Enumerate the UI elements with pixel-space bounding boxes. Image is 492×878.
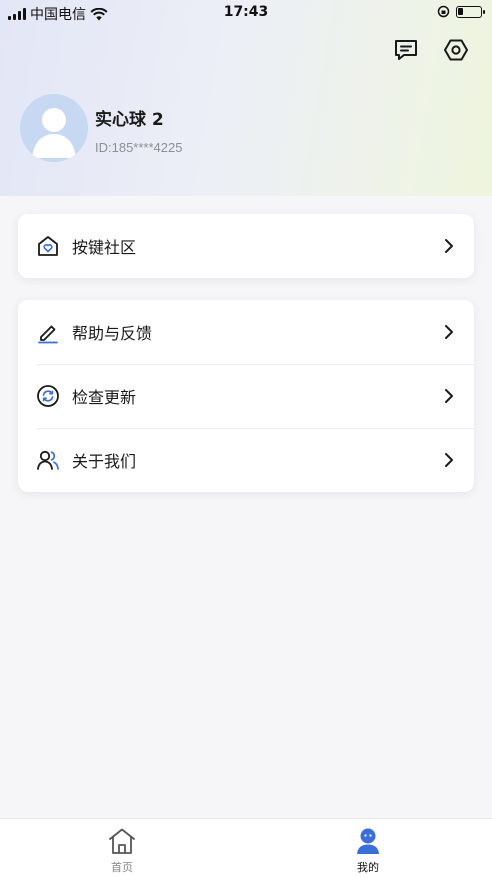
bottom-tab-bar: 首页 我的	[0, 818, 492, 878]
message-icon[interactable]	[392, 36, 420, 64]
status-bar: 中国电信 17:43	[0, 0, 492, 26]
avatar[interactable]	[20, 94, 88, 162]
menu-item-label: 检查更新	[72, 388, 137, 407]
tab-mine[interactable]: 我的	[328, 827, 408, 875]
tab-label: 我的	[357, 861, 379, 874]
profile-header-background	[0, 0, 492, 196]
menu-item-label: 关于我们	[72, 452, 137, 471]
users-icon	[36, 448, 60, 472]
tab-home[interactable]: 首页	[82, 827, 162, 875]
menu-item-check-update[interactable]: 检查更新	[18, 364, 474, 428]
chevron-right-icon	[445, 453, 453, 467]
pencil-icon	[36, 320, 60, 344]
menu-item-help-feedback[interactable]: 帮助与反馈	[18, 300, 474, 364]
home-heart-icon	[36, 234, 60, 258]
settings-icon[interactable]	[442, 36, 470, 64]
user-id: ID:185****4225	[95, 140, 183, 155]
chevron-right-icon	[445, 389, 453, 403]
tab-label: 首页	[111, 861, 133, 874]
home-icon	[82, 827, 162, 855]
clock: 17:43	[223, 4, 269, 20]
username: 实心球 2	[95, 110, 164, 130]
refresh-icon	[36, 384, 60, 408]
menu-item-label: 按键社区	[72, 238, 137, 257]
orientation-lock-icon	[437, 5, 450, 18]
community-card: 按键社区	[18, 214, 474, 278]
menu-item-community[interactable]: 按键社区	[18, 214, 474, 278]
default-user-icon	[32, 108, 76, 158]
user-filled-icon	[328, 827, 408, 855]
chevron-right-icon	[445, 239, 453, 253]
chevron-right-icon	[445, 325, 453, 339]
menu-item-label: 帮助与反馈	[72, 324, 153, 343]
menu-item-about-us[interactable]: 关于我们	[18, 428, 474, 492]
settings-card: 帮助与反馈 检查更新 关于我们	[18, 300, 474, 492]
battery-icon	[456, 5, 485, 18]
